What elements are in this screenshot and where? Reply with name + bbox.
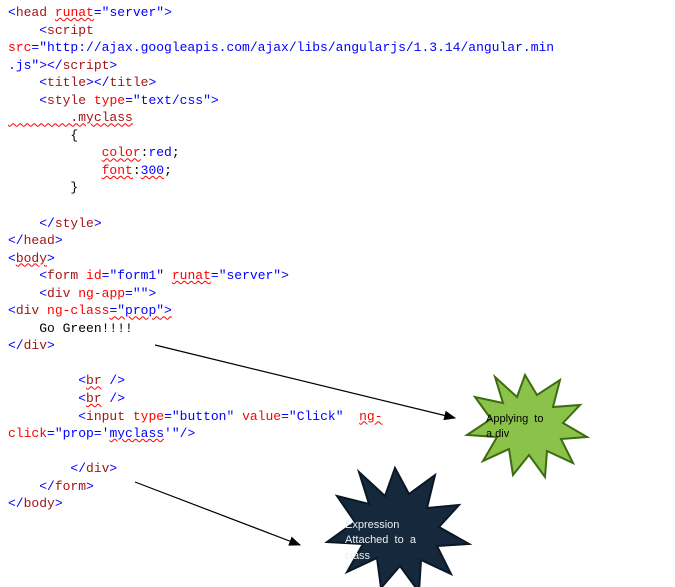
callout-applying: Applying to a div — [486, 412, 543, 443]
code-block: <head runat="server"> <script src="http:… — [0, 0, 675, 517]
callout-expression: Expression Attached to a class — [345, 518, 416, 564]
